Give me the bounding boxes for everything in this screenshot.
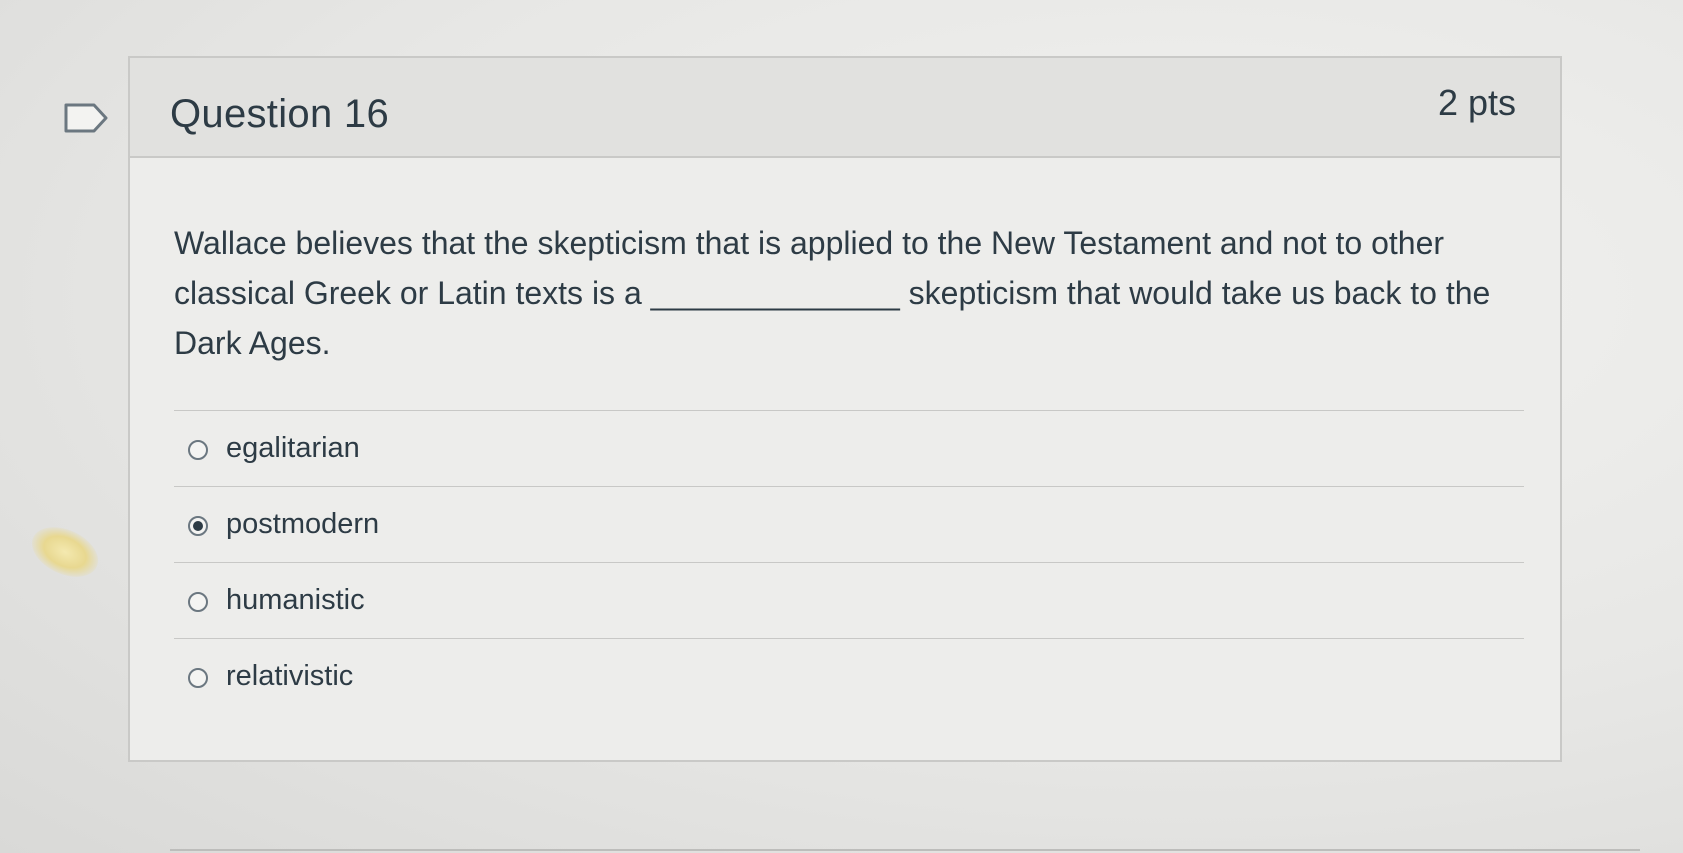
radio-button-icon[interactable]	[188, 440, 208, 460]
answer-option[interactable]: humanistic	[174, 562, 1524, 638]
radio-button-icon[interactable]	[188, 516, 208, 536]
question-card: Question 16 2 pts Wallace believes that …	[128, 56, 1562, 762]
question-points: 2 pts	[1437, 82, 1516, 123]
answer-label[interactable]: postmodern	[226, 508, 379, 541]
next-card-edge	[170, 849, 1640, 851]
answer-list: egalitarian postmodern humanistic relati…	[174, 410, 1524, 714]
answer-label[interactable]: egalitarian	[226, 432, 360, 465]
answer-option[interactable]: relativistic	[174, 638, 1524, 714]
answer-option[interactable]: postmodern	[174, 486, 1524, 562]
answer-option[interactable]: egalitarian	[174, 410, 1524, 486]
answer-label[interactable]: humanistic	[226, 584, 365, 617]
answer-label[interactable]: relativistic	[226, 660, 353, 693]
flag-question-icon[interactable]	[64, 103, 108, 133]
radio-button-icon[interactable]	[188, 668, 208, 688]
question-text: Wallace believes that the skepticism tha…	[174, 225, 1491, 361]
question-header: Question 16 2 pts	[130, 58, 1560, 158]
question-title: Question 16	[170, 92, 390, 136]
radio-button-icon[interactable]	[188, 592, 208, 612]
